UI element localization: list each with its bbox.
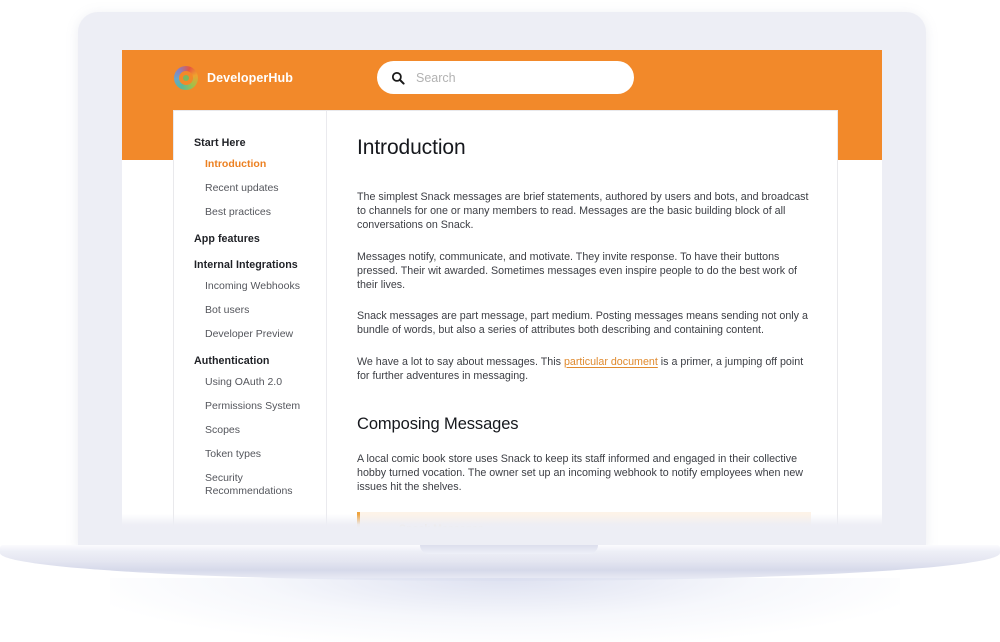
paragraph-with-link: We have a lot to say about messages. Thi…	[357, 355, 811, 383]
search-bar[interactable]	[377, 61, 634, 94]
sidebar-item-security-recommendations[interactable]: Security Recommendations	[174, 472, 326, 498]
nav-group-title: Start Here	[194, 137, 246, 149]
laptop-trackpad-notch	[420, 545, 598, 554]
paragraph-text-before: We have a lot to say about messages. Thi…	[357, 355, 564, 368]
sidebar-item-token-types[interactable]: Token types	[174, 448, 326, 461]
paragraph: Snack messages are part message, part me…	[357, 310, 808, 337]
nav-group-internal-integrations: Internal Integrations Incoming Webhooks …	[174, 259, 326, 341]
particular-document-link[interactable]: particular document	[564, 356, 658, 368]
callout-box: Snack Messages Make your patterns for me…	[357, 511, 811, 528]
browser-screen: DeveloperHub Docs Start Here Introductio…	[122, 50, 882, 528]
nav-group-title: Authentication	[194, 355, 270, 367]
paragraph: The simplest Snack messages are brief st…	[357, 191, 809, 232]
paragraph: A local comic book store uses Snack to k…	[357, 453, 803, 494]
spiral-logo-icon	[174, 66, 198, 90]
brand-name: DeveloperHub	[207, 71, 293, 85]
documentation-panel: Start Here Introduction Recent updates B…	[173, 110, 838, 528]
search-input[interactable]	[416, 70, 616, 85]
sidebar-item-incoming-webhooks[interactable]: Incoming Webhooks	[174, 280, 326, 293]
sidebar-item-bot-users[interactable]: Bot users	[174, 304, 326, 317]
sidebar-item-using-oauth[interactable]: Using OAuth 2.0	[174, 376, 326, 389]
laptop-shadow	[110, 578, 900, 642]
nav-group-title: Internal Integrations	[194, 259, 298, 271]
nav-group-app-features: App features	[174, 233, 326, 245]
page-title: Introduction	[357, 136, 466, 159]
paragraph: Messages notify, communicate, and motiva…	[357, 250, 797, 292]
section-title: Composing Messages	[357, 415, 519, 434]
nav-group-title[interactable]: App features	[174, 233, 326, 245]
sidebar-item-scopes[interactable]: Scopes	[174, 424, 326, 437]
main-content: Introduction The simplest Snack messages…	[327, 111, 837, 528]
sidebar-item-permissions-system[interactable]: Permissions System	[174, 400, 326, 413]
sidebar-item-best-practices[interactable]: Best practices	[174, 206, 326, 219]
search-icon	[391, 71, 405, 85]
brand[interactable]: DeveloperHub	[174, 66, 293, 90]
nav-group-authentication: Authentication Using OAuth 2.0 Permissio…	[174, 355, 326, 498]
callout-title: Snack Messages	[399, 523, 797, 528]
callout-body: Snack Messages Make your patterns for me…	[399, 523, 797, 528]
sidebar-item-developer-preview[interactable]: Developer Preview	[174, 328, 326, 341]
sidebar-item-introduction[interactable]: Introduction	[174, 158, 326, 171]
sidebar-item-recent-updates[interactable]: Recent updates	[174, 182, 326, 195]
screenshot-canvas: DeveloperHub Docs Start Here Introductio…	[0, 0, 1000, 642]
nav-group-start-here: Start Here Introduction Recent updates B…	[174, 137, 326, 219]
sidebar-navigation: Start Here Introduction Recent updates B…	[174, 111, 327, 528]
